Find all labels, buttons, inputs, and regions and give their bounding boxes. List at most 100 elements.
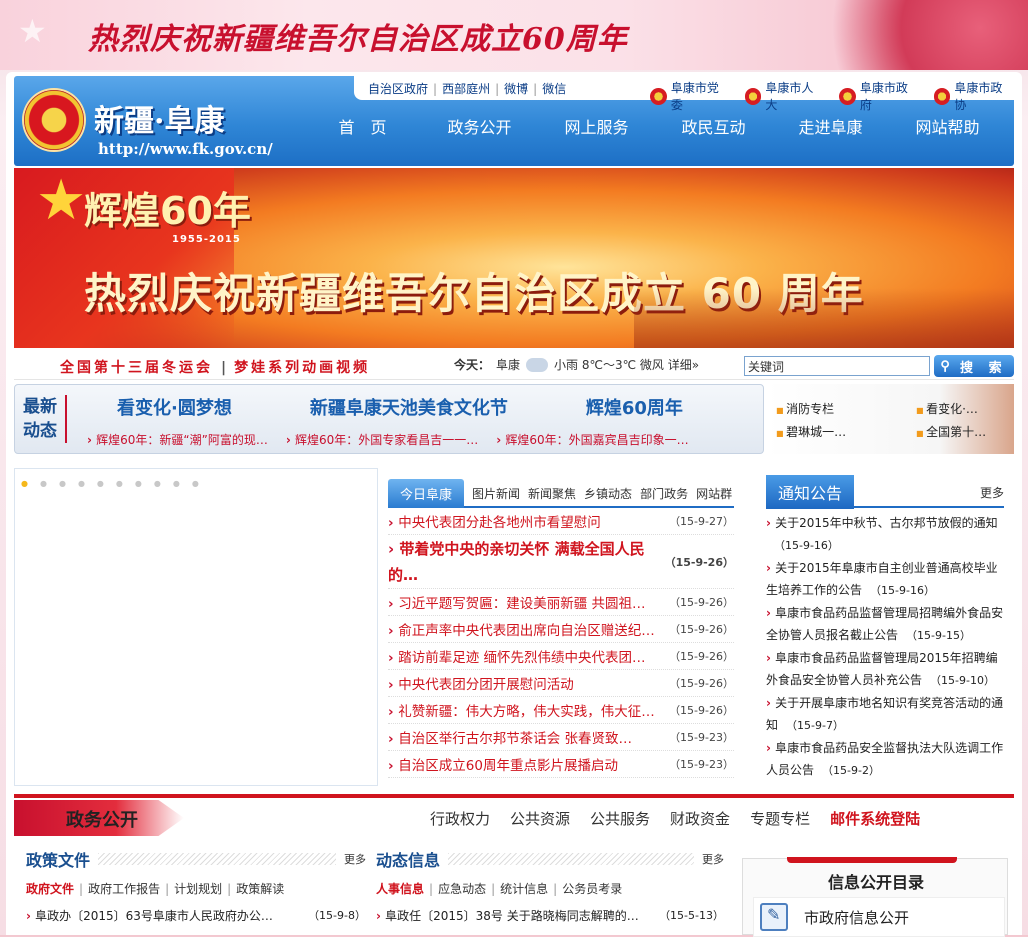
latest-label: 最新动态 [23, 395, 67, 443]
link-cppcc[interactable]: 阜康市政协 [933, 79, 1015, 113]
list-item[interactable]: 自治区举行古尔邦节茶话会 张春贤致…（15-9-23） [388, 724, 734, 751]
top-banner: ★ 热烈庆祝新疆维吾尔自治区成立60周年 [0, 0, 1028, 70]
photo-slider[interactable]: ●●●●●●●●●● [14, 468, 378, 786]
dynamic-more-link[interactable]: 更多 [702, 851, 724, 867]
side-links: 消防专栏 看变化·… 碧琳城一… 全国第十… [766, 384, 1014, 454]
info-catalog-row[interactable]: 市政府信息公开 [753, 897, 1005, 937]
zw-nav-finance[interactable]: 财政资金 [670, 808, 730, 829]
slider-dots[interactable]: ●●●●●●●●●● [21, 479, 211, 488]
tab-policy-explain[interactable]: 政策解读 [236, 882, 284, 896]
dynamic-subtabs: 人事信息 | 应急动态 | 统计信息 | 公务员考录 [376, 882, 623, 896]
cppcc-emblem-icon [933, 87, 951, 105]
mail-login-link[interactable]: 邮件系统登陆 [830, 808, 920, 829]
tab-emergency[interactable]: 应急动态 [438, 882, 486, 896]
list-item[interactable]: 阜康市食品药品监督管理局2015年招聘编外食品安全协管人员补充公告（15-9-1… [766, 647, 1004, 692]
info-catalog-title: 信息公开目录 [827, 873, 924, 892]
tab-personnel[interactable]: 人事信息 [376, 882, 424, 896]
side-link[interactable]: 全国第十… [916, 423, 1016, 440]
notice-title: 通知公告 [766, 475, 855, 509]
list-item[interactable]: 阜康市食品药品安全监督执法大队选调工作人员公告（15-9-2） [766, 737, 1004, 782]
side-link[interactable]: 看变化·… [916, 400, 1016, 417]
tab-today-fukang[interactable]: 今日阜康 [388, 478, 465, 508]
list-item[interactable]: 中央代表团分赴各地州市看望慰问（15-9-27） [388, 508, 734, 535]
side-link[interactable]: 消防专栏 [776, 400, 916, 417]
hero-logo-text: 辉煌60年 [84, 189, 251, 233]
list-item[interactable]: 俞正声率中央代表团出席向自治区赠送纪…（15-9-26） [388, 616, 734, 643]
policy-subtabs: 政府文件 | 政府工作报告 | 计划规划 | 政策解读 [26, 882, 285, 896]
link-peoples-congress[interactable]: 阜康市人大 [744, 79, 826, 113]
list-item[interactable]: 中央代表团分团开展慰问活动（15-9-26） [388, 670, 734, 697]
list-item[interactable]: 关于开展阜康市地名知识有奖竞答活动的通知（15-9-7） [766, 692, 1004, 737]
search-button[interactable]: ⚲ 搜 索 [934, 355, 1014, 377]
tab-news-focus[interactable]: 新闻聚焦 [528, 485, 576, 502]
zw-nav-admin-power[interactable]: 行政权力 [430, 808, 490, 829]
headline-link[interactable]: 辉煌60年：外国专家看昌吉一一… [286, 431, 478, 448]
tab-photo-news[interactable]: 图片新闻 [472, 485, 520, 502]
link-region-gov[interactable]: 自治区政府 [368, 82, 428, 96]
star-icon: ★ [36, 168, 87, 233]
tab-work-report[interactable]: 政府工作报告 [88, 882, 160, 896]
headline-link[interactable]: 辉煌60年：新疆“潮”阿富的现… [87, 431, 268, 448]
link-city-gov[interactable]: 阜康市政府 [839, 79, 920, 113]
nav-online-service[interactable]: 网上服务 [538, 114, 655, 138]
list-item[interactable]: 阜政任〔2015〕38号 关于路晓梅同志解聘的…（15-5-13） [376, 907, 724, 924]
nav-about-fukang[interactable]: 走进阜康 [772, 114, 889, 138]
zw-nav-public-service[interactable]: 公共服务 [590, 808, 650, 829]
news-panel: 今日阜康 图片新闻 新闻聚焦 乡镇动态 部门政务 网站群 中央代表团分赴各地州市… [388, 478, 734, 786]
latest-headlines: 辉煌60年：新疆“潮”阿富的现… 辉煌60年：外国专家看昌吉一一… 辉煌60年：… [87, 431, 689, 448]
document-edit-icon [760, 903, 788, 931]
tab-town-news[interactable]: 乡镇动态 [584, 485, 632, 502]
list-item[interactable]: 关于2015年阜康市自主创业普通高校毕业生培养工作的公告（15-9-16） [766, 557, 1004, 602]
tab-site-group[interactable]: 网站群 [696, 485, 732, 502]
weather-text[interactable]: 小雨 8℃～3℃ 微风 详细» [554, 356, 699, 373]
list-item[interactable]: 阜政办〔2015〕63号阜康市人民政府办公…（15-9-8） [26, 907, 366, 924]
gov-affairs-title-banner: 政务公开 [14, 800, 184, 836]
nav-interaction[interactable]: 政民互动 [655, 114, 772, 138]
tab-statistics[interactable]: 统计信息 [500, 882, 548, 896]
hero-banner[interactable]: ★ 辉煌60年 1955-2015 热烈庆祝新疆维吾尔自治区成立 60 周年 [14, 168, 1014, 348]
search-input[interactable] [744, 356, 930, 376]
link-winter-games[interactable]: 全国第十三届冬运会 [60, 360, 213, 376]
emblem-icon [839, 87, 856, 105]
zw-nav-special-column[interactable]: 专题专栏 [750, 808, 810, 829]
rain-cloud-icon [526, 357, 549, 372]
notice-panel: 通知公告 更多 关于2015年中秋节、古尔邦节放假的通知（15-9-16） 关于… [766, 475, 1004, 786]
topic-link[interactable]: 看变化·圆梦想 [117, 394, 232, 420]
list-item[interactable]: 踏访前辈足迹 缅怀先烈伟绩中央代表团…（15-9-26） [388, 643, 734, 670]
link-weibo[interactable]: 微博 [504, 82, 528, 96]
link-mengwa-video[interactable]: 梦娃系列动画视频 [234, 360, 370, 376]
great-wall-decoration [634, 288, 1014, 348]
list-item[interactable]: 礼赞新疆：伟大方略，伟大实践，伟大征…（15-9-26） [388, 697, 734, 724]
search-icon: ⚲ [940, 358, 956, 373]
link-west-court[interactable]: 西部庭州 [442, 82, 490, 96]
notice-more-link[interactable]: 更多 [980, 484, 1004, 501]
list-item[interactable]: 带着党中央的亲切关怀 满载全国人民的…（15-9-26） [388, 535, 734, 589]
national-emblem-icon [24, 90, 84, 150]
gov-affairs-bar: 政务公开 行政权力 公共资源 公共服务 财政资金 专题专栏 邮件系统登陆 [14, 794, 1014, 836]
dynamic-title: 动态信息 [376, 851, 441, 870]
list-item[interactable]: 自治区成立60周年重点影片展播启动（15-9-23） [388, 751, 734, 778]
list-item[interactable]: 阜康市食品药品监督管理局招聘编外食品安全协管人员报名截止公告（15-9-15） [766, 602, 1004, 647]
tab-gov-docs[interactable]: 政府文件 [26, 882, 74, 896]
link-party-committee[interactable]: 阜康市党委 [650, 79, 731, 113]
weather-city: 阜康 [496, 358, 521, 372]
side-link[interactable]: 碧琳城一… [776, 423, 916, 440]
topic-link[interactable]: 辉煌60周年 [586, 394, 683, 420]
tab-civil-exam[interactable]: 公务员考录 [562, 882, 622, 896]
list-item[interactable]: 习近平题写贺匾：建设美丽新疆 共圆祖…（15-9-26） [388, 589, 734, 616]
site-url: http://www.fk.gov.cn/ [98, 140, 273, 158]
policy-more-link[interactable]: 更多 [344, 851, 366, 867]
latest-topics: 看变化·圆梦想 新疆阜康天池美食文化节 辉煌60周年 [117, 394, 683, 420]
zw-nav-public-resources[interactable]: 公共资源 [510, 808, 570, 829]
tab-dept-affairs[interactable]: 部门政务 [640, 485, 688, 502]
dynamic-header: 动态信息 更多 [376, 848, 724, 870]
tab-planning[interactable]: 计划规划 [174, 882, 222, 896]
nav-home[interactable]: 首 页 [304, 114, 421, 138]
nav-gov-affairs[interactable]: 政务公开 [421, 114, 538, 138]
link-weixin[interactable]: 微信 [542, 82, 566, 96]
headline-link[interactable]: 辉煌60年：外国嘉宾昌吉印象一… [496, 431, 688, 448]
list-item[interactable]: 关于2015年中秋节、古尔邦节放假的通知（15-9-16） [766, 512, 1004, 557]
topic-link[interactable]: 新疆阜康天池美食文化节 [310, 394, 508, 420]
policy-column: 政策文件 更多 政府文件|政府工作报告|计划规划|政策解读 阜政办〔2015〕6… [26, 848, 366, 924]
nav-help[interactable]: 网站帮助 [889, 114, 1006, 138]
